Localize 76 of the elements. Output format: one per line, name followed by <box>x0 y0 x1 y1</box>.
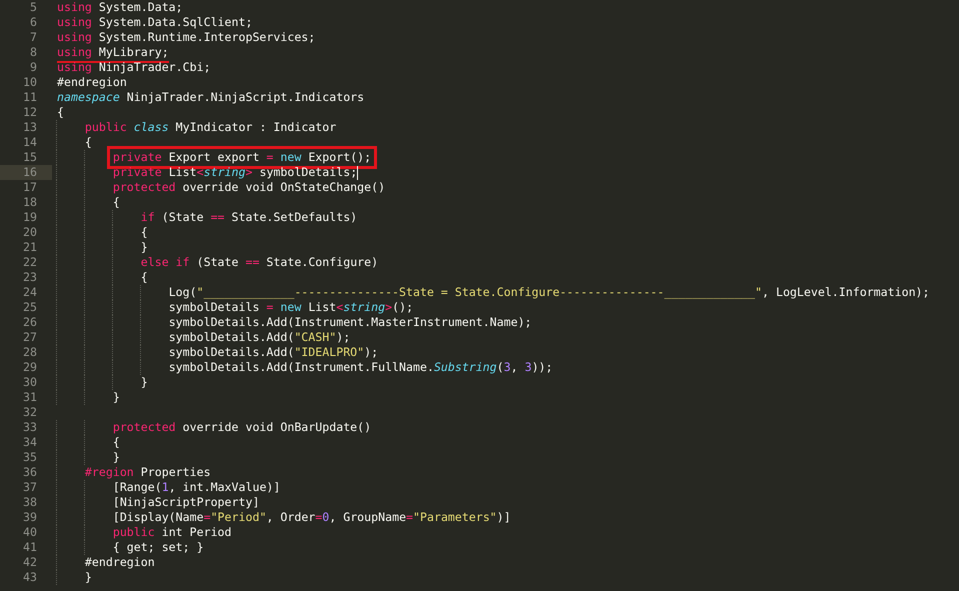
code-line: { <box>112 435 120 450</box>
line-number: 23 <box>22 270 38 285</box>
code-line: if (State == State.SetDefaults) <box>140 210 358 225</box>
code-line: protected override void OnStateChange() <box>112 180 386 195</box>
code-line: public class MyIndicator : Indicator <box>84 120 336 135</box>
line-number: 40 <box>22 525 38 540</box>
line-number: 11 <box>22 90 38 105</box>
line-number: 37 <box>22 480 38 495</box>
code-line: symbolDetails.Add(Instrument.MasterInstrument.Name); <box>168 315 532 330</box>
line-number: 30 <box>22 375 38 390</box>
line-number: 28 <box>22 345 38 360</box>
line-number: 39 <box>22 510 38 525</box>
line-number: 17 <box>22 180 38 195</box>
line-number: 5 <box>29 0 38 15</box>
code-line: { <box>112 195 120 210</box>
line-number: 13 <box>22 120 38 135</box>
line-number: 12 <box>22 105 38 120</box>
line-number: 26 <box>22 315 38 330</box>
code-line: Log("_____________---------------State = State.Configure---------------_____________", LogLevel.Information); <box>168 285 930 300</box>
line-number: 27 <box>22 330 38 345</box>
code-line: { <box>140 225 148 240</box>
line-number: 7 <box>29 30 38 45</box>
code-line: else if (State == State.Configure) <box>140 255 378 270</box>
code-line: { <box>140 270 148 285</box>
code-line: using MyLibrary; <box>57 45 169 63</box>
code-line: using NinjaTrader.Cbi; <box>57 60 211 75</box>
line-number: 8 <box>29 45 38 60</box>
code-line: #endregion <box>57 75 127 90</box>
code-line: using System.Data; <box>57 0 183 15</box>
code-line: using System.Runtime.InteropServices; <box>57 30 316 45</box>
code-line: } <box>112 450 120 465</box>
line-number: 41 <box>22 540 38 555</box>
code-line: using System.Data.SqlClient; <box>57 15 252 30</box>
line-number: 19 <box>22 210 38 225</box>
line-number: 34 <box>22 435 38 450</box>
code-line: symbolDetails.Add("IDEALPRO"); <box>168 345 378 360</box>
line-number: 15 <box>22 150 38 165</box>
line-number: 36 <box>22 465 38 480</box>
line-number: 25 <box>22 300 38 315</box>
line-number: 14 <box>22 135 38 150</box>
line-number: 35 <box>22 450 38 465</box>
code-line: #endregion <box>84 555 155 570</box>
code-line: symbolDetails = new List<string>(); <box>168 300 414 315</box>
code-line: { get; set; } <box>112 540 204 555</box>
code-line: { <box>57 105 64 120</box>
code-line: [Range(1, int.MaxValue)] <box>112 480 280 495</box>
code-line: namespace NinjaTrader.NinjaScript.Indicators <box>57 90 364 105</box>
line-number: 32 <box>22 405 38 420</box>
line-number: 29 <box>22 360 38 375</box>
code-line: } <box>140 375 148 390</box>
line-number: 24 <box>22 285 38 300</box>
line-number: 33 <box>22 420 38 435</box>
line-number: 42 <box>22 555 38 570</box>
code-line: public int Period <box>112 525 232 540</box>
code-line: protected override void OnBarUpdate() <box>112 420 372 435</box>
code-line: [NinjaScriptProperty] <box>112 495 260 510</box>
line-number: 38 <box>22 495 38 510</box>
line-number: 18 <box>22 195 38 210</box>
code-line: } <box>140 240 148 255</box>
code-line: symbolDetails.Add("CASH"); <box>168 330 350 345</box>
code-line: } <box>84 570 92 585</box>
line-number: 16 <box>0 165 52 180</box>
line-number: 22 <box>22 255 38 270</box>
line-number: 9 <box>29 60 38 75</box>
code-line: #region Properties <box>84 465 211 480</box>
line-number: 10 <box>22 75 38 90</box>
line-number: 31 <box>22 390 38 405</box>
code-line: } <box>112 390 120 405</box>
code-line: symbolDetails.Add(Instrument.FullName.Substring(3, 3)); <box>168 360 553 375</box>
line-number: 6 <box>29 15 38 30</box>
code-line: [Display(Name="Period", Order=0, GroupName="Parameters")] <box>112 510 511 525</box>
line-number: 43 <box>22 570 38 585</box>
text-cursor <box>357 166 358 180</box>
code-line: { <box>84 135 92 150</box>
line-number: 21 <box>22 240 38 255</box>
line-number: 20 <box>22 225 38 240</box>
